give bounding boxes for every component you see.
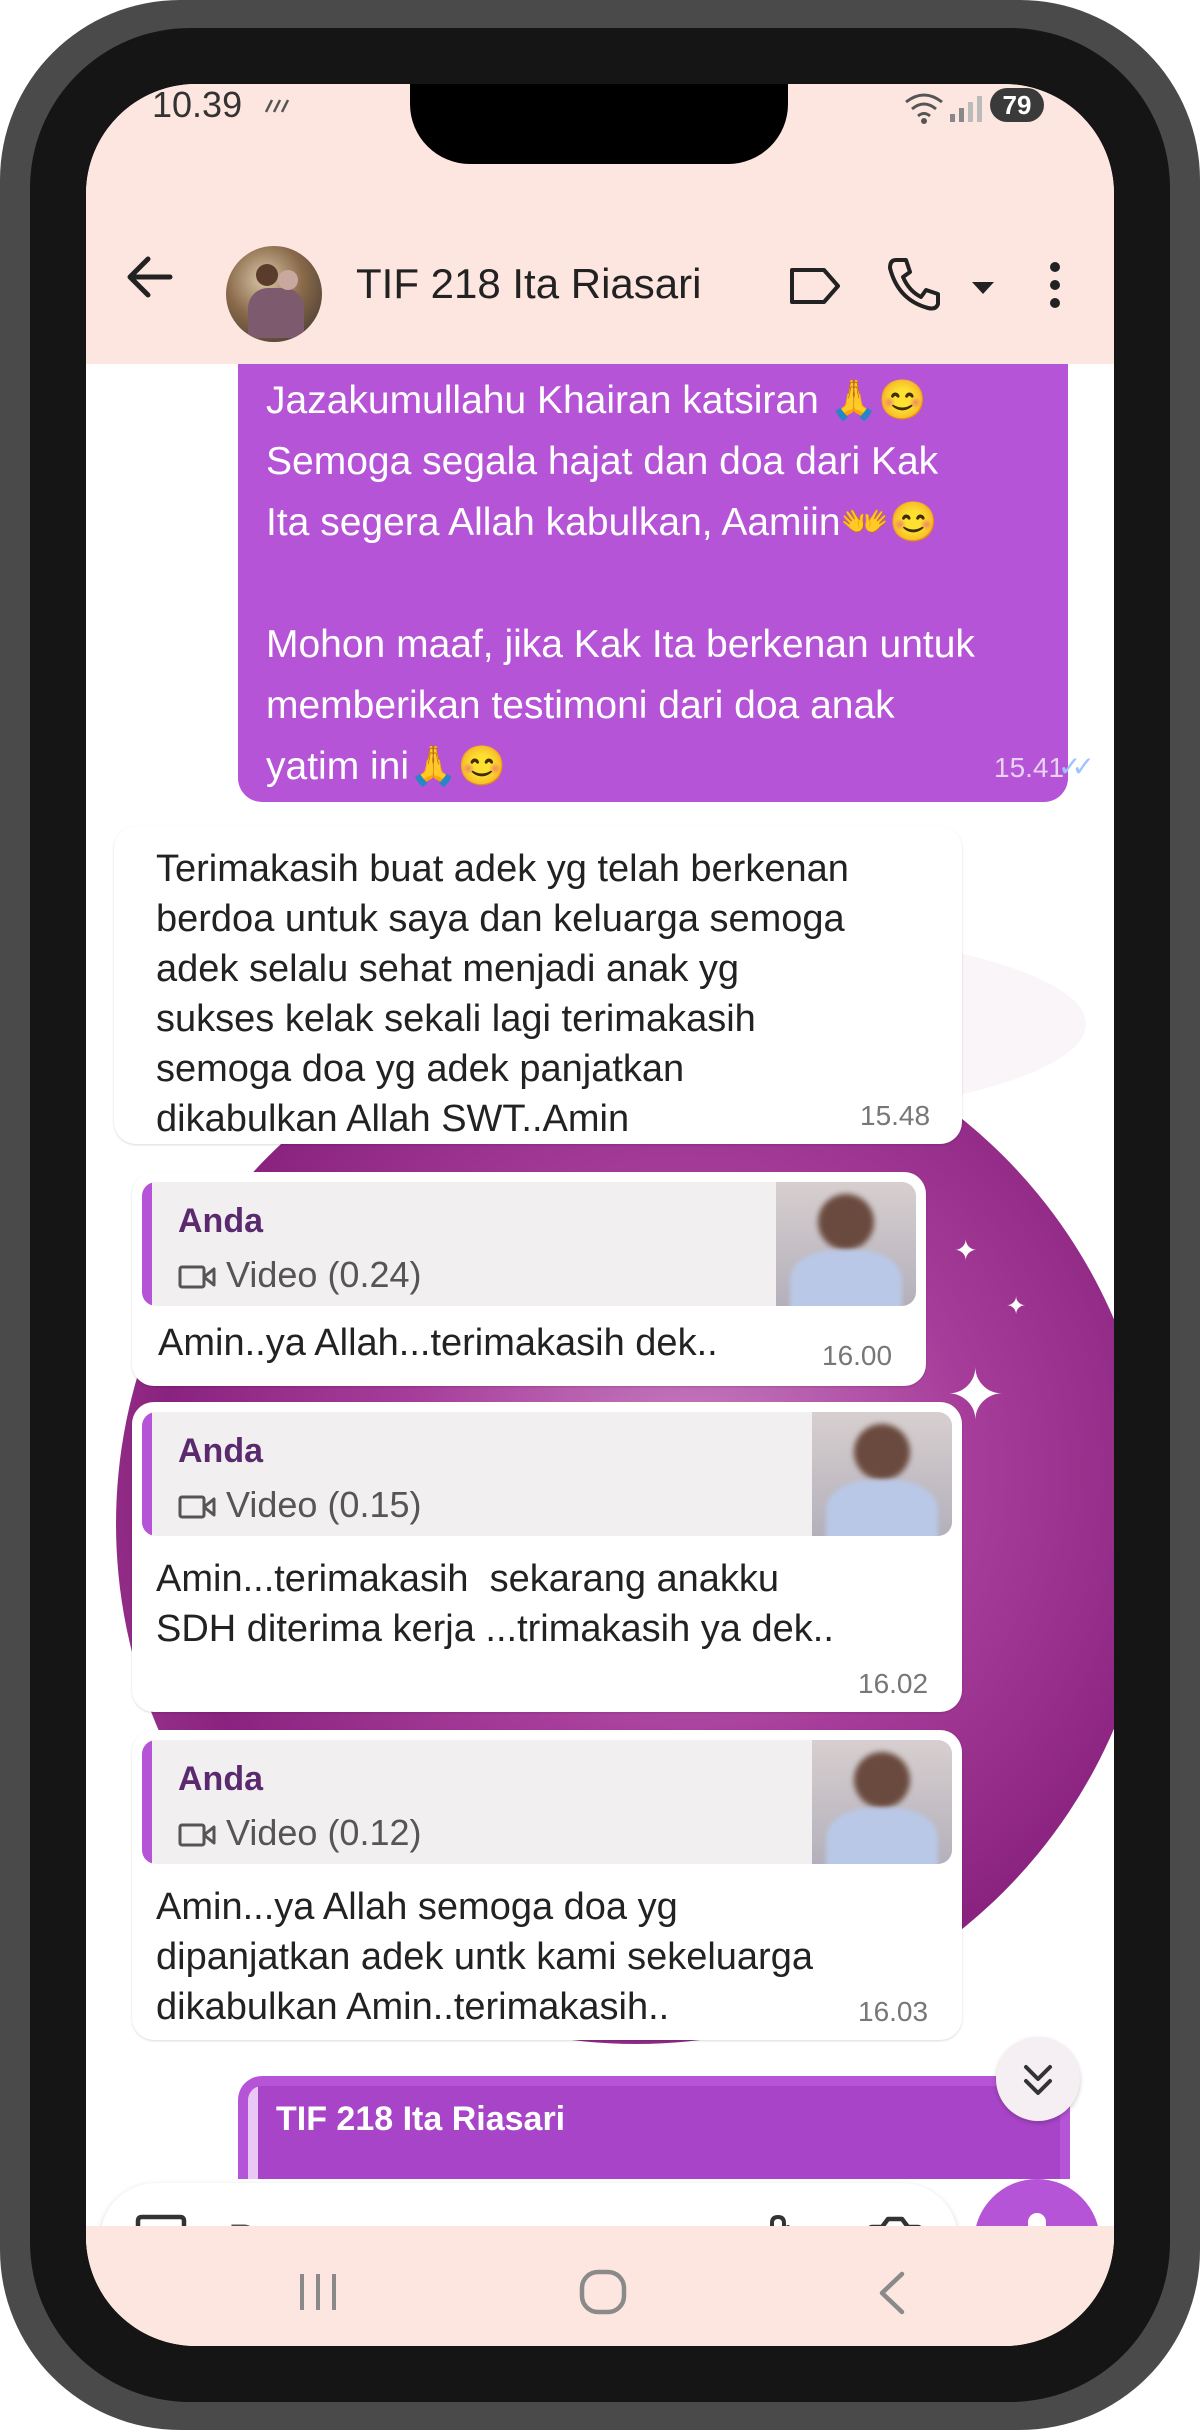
video-icon: [178, 1495, 216, 1519]
scroll-to-bottom-button[interactable]: [996, 2037, 1080, 2121]
recents-icon[interactable]: [296, 2272, 340, 2312]
video-thumbnail[interactable]: [776, 1182, 916, 1306]
quoted-video[interactable]: Anda Video (0.24): [142, 1182, 916, 1306]
phone-screen: 10.39 79 TIF 218 Ita Riasari ✦ ✦ ✦ Jazak…: [86, 84, 1114, 2346]
message-time: 16.00: [822, 1340, 893, 1371]
quote-video-label-row: Video (0.24): [178, 1254, 421, 1296]
quote-video-label-row: Video (0.12): [178, 1812, 421, 1854]
chat-area[interactable]: ✦ ✦ ✦ Jazakumullahu Khairan katsiran 🙏😊 …: [86, 364, 1114, 2179]
data-saver-icon: [264, 99, 290, 113]
quoted-video[interactable]: Anda Video (0.12): [142, 1740, 952, 1864]
wifi-icon: [905, 93, 943, 124]
chevron-double-down-icon: [1024, 2065, 1052, 2095]
quote-sender: Anda: [178, 1760, 263, 1798]
read-receipt-icon: ✓✓: [1058, 751, 1095, 782]
message-time: 16.03: [858, 1996, 929, 2027]
chevron-down-icon[interactable]: [970, 280, 996, 296]
incoming-message[interactable]: Anda Video (0.24) Amin..ya Allah...terim…: [132, 1172, 926, 1386]
quoted-video[interactable]: Anda Video (0.15): [142, 1412, 952, 1536]
quote-video-label-row: Video (0.15): [178, 1484, 421, 1526]
incoming-message[interactable]: Terimakasih buat adek yg telah berkenan …: [114, 826, 962, 1144]
message-time: 16.02: [858, 1668, 929, 1699]
outgoing-message[interactable]: TIF 218 Ita Riasari: [238, 2076, 1070, 2179]
avatar[interactable]: [226, 246, 322, 342]
video-thumbnail[interactable]: [812, 1412, 952, 1536]
incoming-message[interactable]: Anda Video (0.15) Amin...terimakasih sek…: [132, 1402, 962, 1712]
quote-video-label: Video (0.24): [226, 1254, 422, 1295]
battery-level: 79: [990, 88, 1044, 122]
phone-icon[interactable]: [886, 256, 940, 312]
video-icon: [178, 1265, 216, 1289]
quote-sender: Anda: [178, 1202, 263, 1240]
quote-sender: Anda: [178, 1432, 263, 1470]
label-icon[interactable]: [788, 266, 842, 306]
quote-video-label: Video (0.15): [226, 1484, 422, 1525]
quote-video-label: Video (0.12): [226, 1812, 422, 1853]
sparkle-icon: ✦: [954, 1235, 978, 1266]
arrow-left-icon[interactable]: [122, 250, 176, 304]
message-text: Terimakasih buat adek yg telah berkenan …: [156, 848, 849, 1140]
video-icon: [178, 1823, 216, 1847]
message-time: 15.48: [860, 1100, 931, 1131]
sparkle-icon: ✦: [1006, 1293, 1027, 1320]
quoted-message[interactable]: TIF 218 Ita Riasari: [248, 2086, 1060, 2179]
back-nav-icon[interactable]: [876, 2270, 906, 2316]
navigation-bar: [86, 2226, 1114, 2346]
camera-notch: [410, 84, 788, 164]
chat-title[interactable]: TIF 218 Ita Riasari: [356, 260, 701, 308]
signal-icon: [950, 96, 982, 122]
home-icon[interactable]: [578, 2268, 628, 2316]
outgoing-message[interactable]: Jazakumullahu Khairan katsiran 🙏😊 Semoga…: [238, 364, 1095, 802]
chat-header: TIF 218 Ita Riasari: [86, 184, 1114, 364]
kebab-menu-icon[interactable]: [1048, 260, 1062, 310]
status-time: 10.39: [152, 84, 243, 125]
message-text: Amin...ya Allah semoga doa yg dipanjatka…: [156, 1886, 813, 2028]
incoming-message[interactable]: Anda Video (0.12) Amin...ya Allah semoga…: [132, 1730, 962, 2040]
quote-sender: TIF 218 Ita Riasari: [276, 2100, 566, 2138]
message-text: Jazakumullahu Khairan katsiran 🙏😊 Semoga…: [266, 379, 975, 788]
message-text: Amin...terimakasih sekarang anakku SDH d…: [156, 1558, 834, 1650]
video-thumbnail[interactable]: [812, 1740, 952, 1864]
message-time: 15.41: [994, 752, 1065, 783]
message-text: Amin..ya Allah...terimakasih dek..: [158, 1322, 718, 1364]
